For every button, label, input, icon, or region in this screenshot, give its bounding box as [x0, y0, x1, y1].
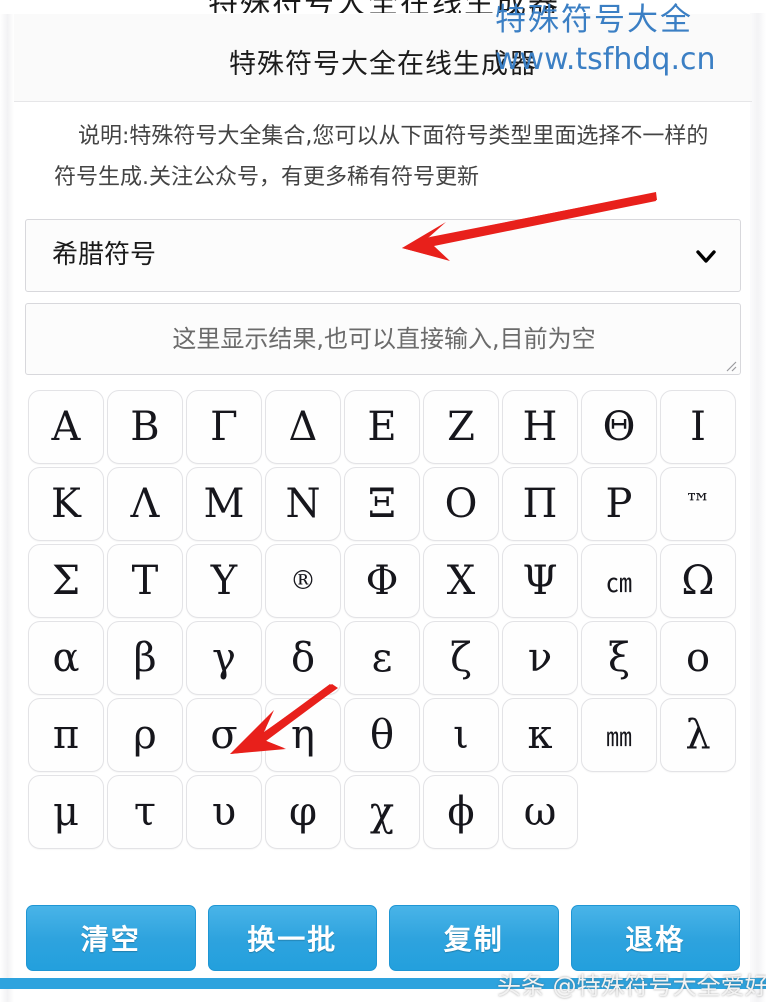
- symbol-key[interactable]: Σ: [28, 544, 104, 618]
- symbol-key[interactable]: κ: [502, 698, 578, 772]
- page-title: 特殊符号大全在线生成器: [229, 49, 537, 80]
- symbol-row: π ρ σ η θ ι κ ㎜ λ: [28, 698, 740, 772]
- symbol-row: μτυφχϕω: [28, 775, 740, 849]
- resize-grip-icon[interactable]: [723, 358, 737, 372]
- symbol-key[interactable]: δ: [265, 621, 341, 695]
- symbol-key[interactable]: ε: [344, 621, 420, 695]
- symbol-key[interactable]: σ: [186, 698, 262, 772]
- symbol-key[interactable]: ™: [660, 467, 736, 541]
- symbol-key[interactable]: ζ: [423, 621, 499, 695]
- cut-off-top-strip: 特殊符号大全在线生成器: [0, 0, 766, 13]
- symbol-key[interactable]: γ: [186, 621, 262, 695]
- symbol-key[interactable]: α: [28, 621, 104, 695]
- chevron-down-icon: [694, 244, 718, 268]
- page-header: 特殊符号大全在线生成器: [14, 14, 752, 102]
- symbol-key[interactable]: Τ: [107, 544, 183, 618]
- symbol-key[interactable]: Λ: [107, 467, 183, 541]
- symbol-key[interactable]: ρ: [107, 698, 183, 772]
- symbol-key[interactable]: Ω: [660, 544, 736, 618]
- symbol-key[interactable]: Γ: [186, 390, 262, 464]
- symbol-key[interactable]: Ν: [265, 467, 341, 541]
- page-left-edge: [0, 14, 14, 1002]
- symbol-row: ΑΒΓΔΕΖΗΘΙ: [28, 390, 740, 464]
- page-root: 特殊符号大全在线生成器 特殊符号大全在线生成器 说明:特殊符号大全集合,您可以从…: [0, 0, 766, 1002]
- symbol-key[interactable]: ϕ: [423, 775, 499, 849]
- page-right-edge: [750, 0, 766, 1002]
- symbol-key[interactable]: Φ: [344, 544, 420, 618]
- symbol-row: αβγδεζνξο: [28, 621, 740, 695]
- symbol-key[interactable]: β: [107, 621, 183, 695]
- category-select-value: 希腊符号: [52, 240, 157, 270]
- result-textarea[interactable]: 这里显示结果,也可以直接输入,目前为空: [25, 303, 741, 375]
- clear-button[interactable]: 清空: [26, 905, 196, 971]
- symbol-key[interactable]: ®: [265, 544, 341, 618]
- symbol-key[interactable]: ο: [660, 621, 736, 695]
- symbol-key[interactable]: Ζ: [423, 390, 499, 464]
- symbol-key[interactable]: Ρ: [581, 467, 657, 541]
- symbol-key[interactable]: π: [28, 698, 104, 772]
- symbol-key[interactable]: ㎜: [581, 698, 657, 772]
- symbol-key[interactable]: Β: [107, 390, 183, 464]
- symbol-key[interactable]: μ: [28, 775, 104, 849]
- symbol-row: Σ Τ Υ ® Φ Χ Ψ ㎝ Ω: [28, 544, 740, 618]
- symbol-key[interactable]: ν: [502, 621, 578, 695]
- symbol-key[interactable]: Π: [502, 467, 578, 541]
- category-select[interactable]: 希腊符号: [25, 219, 741, 292]
- bottom-accent-strip: [0, 978, 766, 989]
- symbol-key[interactable]: Μ: [186, 467, 262, 541]
- symbol-key[interactable]: φ: [265, 775, 341, 849]
- symbol-key[interactable]: ι: [423, 698, 499, 772]
- symbol-key[interactable]: Ξ: [344, 467, 420, 541]
- symbol-key[interactable]: λ: [660, 698, 736, 772]
- shuffle-button[interactable]: 换一批: [207, 905, 377, 971]
- cut-off-top-title: 特殊符号大全在线生成器: [14, 0, 754, 13]
- symbol-key[interactable]: Υ: [186, 544, 262, 618]
- symbol-key[interactable]: ξ: [581, 621, 657, 695]
- symbol-key[interactable]: θ: [344, 698, 420, 772]
- copy-button[interactable]: 复制: [389, 905, 559, 971]
- symbol-key[interactable]: Χ: [423, 544, 499, 618]
- symbol-key[interactable]: Ψ: [502, 544, 578, 618]
- page-description: 说明:特殊符号大全集合,您可以从下面符号类型里面选择不一样的符号生成.关注公众号…: [54, 124, 709, 190]
- symbol-key[interactable]: χ: [344, 775, 420, 849]
- symbol-grid: Α Β Γ Δ Ε Ζ Η Θ Ι Κ Λ Μ Ν Ξ Ο Π Ρ ™ Σ Τ Υ ® Φ Χ Ψ ㎝ Ωα β γ δ ε ζ ν ξ ο π ρ σ η…: [28, 390, 740, 852]
- symbol-key[interactable]: Ε: [344, 390, 420, 464]
- symbol-key[interactable]: η: [265, 698, 341, 772]
- symbol-key[interactable]: ㎝: [581, 544, 657, 618]
- symbol-key[interactable]: υ: [186, 775, 262, 849]
- action-button-bar: 清空 换一批 复制 退格: [26, 905, 740, 971]
- symbol-row: Κ Λ Μ Ν Ξ Ο Π Ρ ™: [28, 467, 740, 541]
- backspace-button[interactable]: 退格: [570, 905, 740, 971]
- symbol-key[interactable]: Θ: [581, 390, 657, 464]
- symbol-key[interactable]: Ι: [660, 390, 736, 464]
- result-textarea-placeholder: 这里显示结果,也可以直接输入,目前为空: [172, 325, 596, 353]
- symbol-key[interactable]: Δ: [265, 390, 341, 464]
- symbol-key[interactable]: Η: [502, 390, 578, 464]
- symbol-key[interactable]: Κ: [28, 467, 104, 541]
- symbol-key[interactable]: ω: [502, 775, 578, 849]
- symbol-key[interactable]: Α: [28, 390, 104, 464]
- symbol-key[interactable]: τ: [107, 775, 183, 849]
- symbol-key[interactable]: Ο: [423, 467, 499, 541]
